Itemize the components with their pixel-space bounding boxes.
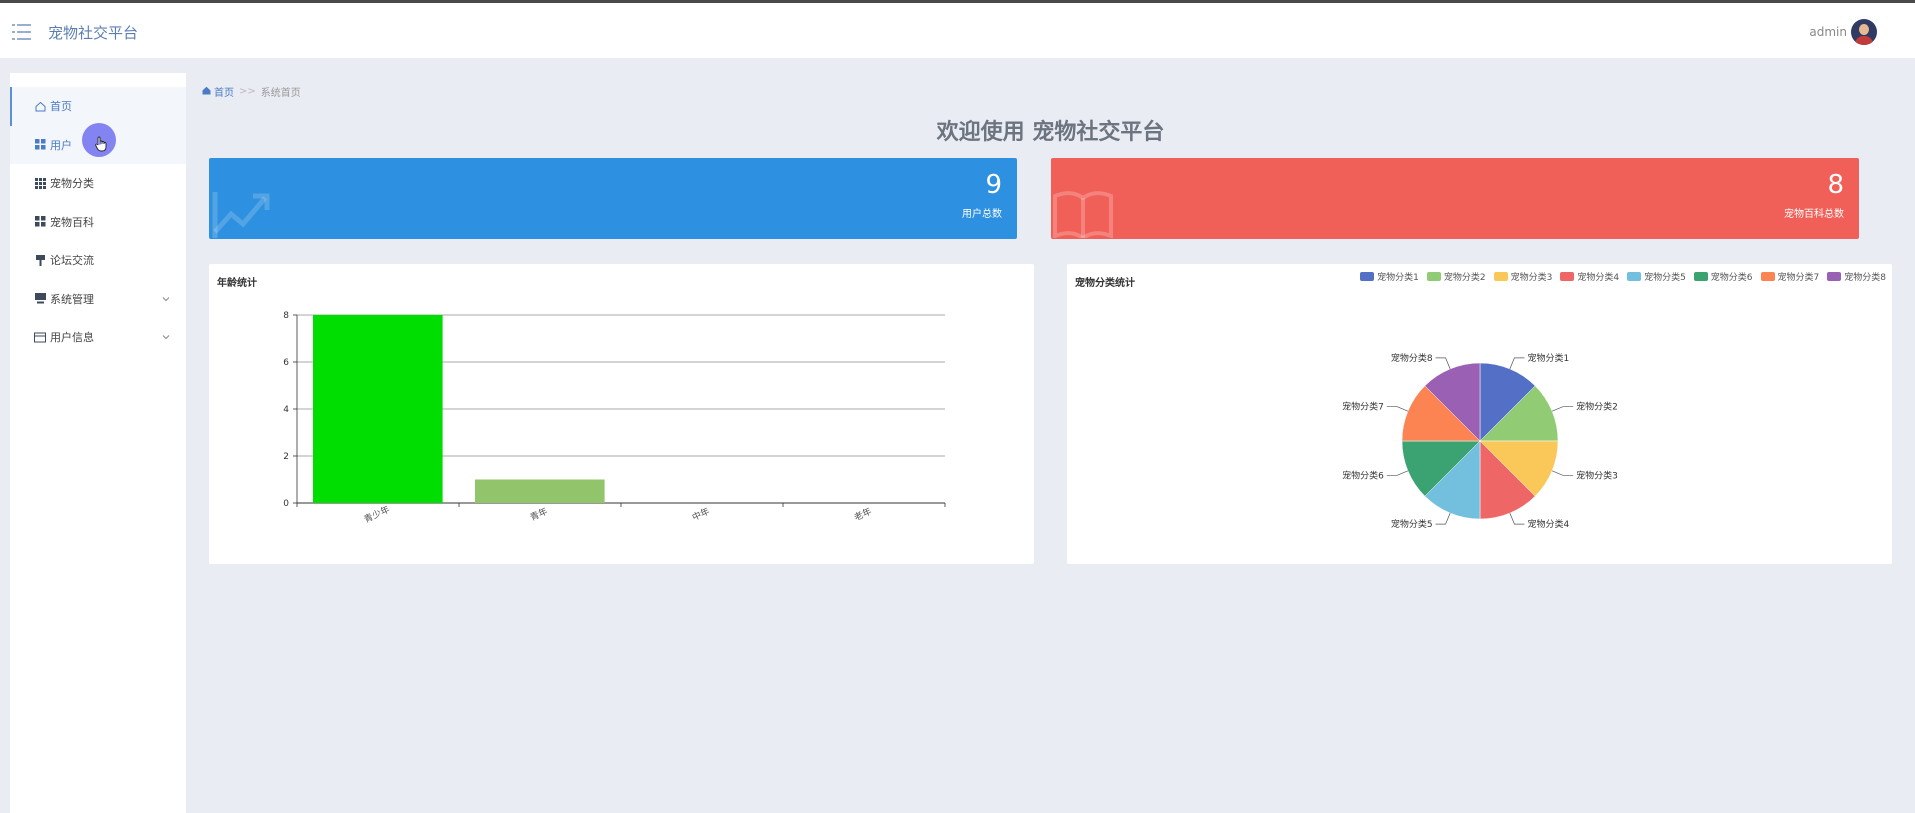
pie-label: 宠物分类1 <box>1527 352 1569 364</box>
breadcrumb: 首页 >> 系统首页 <box>202 84 301 99</box>
stat-value: 8 <box>1827 170 1844 200</box>
bar <box>475 479 605 503</box>
chart-trend-icon <box>212 192 270 238</box>
stat-label: 宠物百科总数 <box>1784 209 1844 220</box>
pie-label: 宠物分类2 <box>1576 401 1618 413</box>
sidebar: 首页 用户 宠物分类 宠物百科 论坛交流 系统管理 用户信息 <box>10 73 186 813</box>
breadcrumb-separator: >> <box>239 86 256 97</box>
pie-label-line <box>1386 470 1409 476</box>
sidebar-item-user-info[interactable]: 用户信息 <box>10 318 186 357</box>
card-icon <box>34 331 46 343</box>
pin-icon <box>34 254 46 266</box>
pie-label: 宠物分类5 <box>1391 518 1433 530</box>
sidebar-item-pet-category[interactable]: 宠物分类 <box>10 164 186 203</box>
avatar[interactable] <box>1851 19 1877 45</box>
age-chart-panel: 年龄统计 0 2 4 6 8 青少年 青年 中年 老年 <box>209 264 1034 564</box>
app-title: 宠物社交平台 <box>48 24 139 42</box>
pie-chart: 宠物分类1 宠物分类2 宠物分类3 宠物分类4 宠物分类5 宠物分类6 宠物分类7 宠物分类8 <box>1342 352 1618 530</box>
pie-label-line <box>1509 512 1525 525</box>
y-tick-label: 6 <box>283 358 289 368</box>
pie-label: 宠物分类4 <box>1527 518 1569 530</box>
pie-label-line <box>1386 406 1409 412</box>
sidebar-item-label: 系统管理 <box>50 292 94 306</box>
pie-label-line <box>1435 357 1451 370</box>
pie-label: 宠物分类6 <box>1342 469 1384 481</box>
user-name[interactable]: admin <box>1809 25 1847 39</box>
sidebar-item-forum[interactable]: 论坛交流 <box>10 241 186 280</box>
sidebar-item-label: 首页 <box>50 100 72 114</box>
chevron-down-icon <box>162 331 170 340</box>
menu-toggle-icon[interactable] <box>12 23 34 41</box>
pie-label-line <box>1435 512 1451 525</box>
pie-label: 宠物分类3 <box>1576 469 1618 481</box>
stat-card-users: 9 用户总数 <box>209 158 1017 239</box>
stat-value: 9 <box>985 170 1002 200</box>
sidebar-item-label: 宠物分类 <box>50 177 94 191</box>
breadcrumb-home-link[interactable]: 首页 <box>214 84 234 99</box>
sidebar-item-label: 论坛交流 <box>50 254 94 268</box>
grid9-icon <box>34 177 46 189</box>
pie-label: 宠物分类8 <box>1391 352 1433 364</box>
sidebar-item-label: 用户 <box>50 138 72 152</box>
x-tick-label: 中年 <box>690 505 711 523</box>
hand-cursor-icon <box>95 136 107 152</box>
bar <box>313 315 443 503</box>
pie-label-line <box>1509 357 1525 370</box>
sidebar-item-label: 宠物百科 <box>50 215 94 229</box>
stat-label: 用户总数 <box>962 209 1002 220</box>
top-header: 宠物社交平台 admin <box>0 3 1915 58</box>
grid-icon <box>34 216 46 228</box>
chevron-down-icon <box>162 293 170 301</box>
y-tick-label: 2 <box>283 452 289 462</box>
sidebar-item-system[interactable]: 系统管理 <box>10 280 186 319</box>
y-tick-label: 8 <box>283 311 289 321</box>
pie-label-line <box>1551 406 1574 412</box>
x-tick-label: 青少年 <box>362 503 392 525</box>
y-tick-label: 0 <box>283 499 289 509</box>
grid-icon <box>34 139 46 151</box>
sidebar-item-label: 用户信息 <box>50 331 94 345</box>
sidebar-item-home[interactable]: 首页 <box>10 87 186 126</box>
breadcrumb-current: 系统首页 <box>260 88 301 99</box>
home-icon <box>34 100 46 112</box>
pie-label-line <box>1551 470 1574 476</box>
x-tick-label: 青年 <box>528 505 549 523</box>
category-chart-panel: 宠物分类统计 宠物分类1 宠物分类2 宠物分类3 宠物分类4 宠物分类5 宠物分类6 宠物分… <box>1067 264 1892 564</box>
stat-card-encyclopedia: 8 宠物百科总数 <box>1051 158 1859 239</box>
bar-chart: 0 2 4 6 8 青少年 青年 中年 老年 <box>283 311 946 525</box>
home-icon <box>202 86 214 98</box>
book-icon <box>1053 191 1113 238</box>
monitor-icon <box>34 293 46 305</box>
page-title: 欢迎使用 宠物社交平台 <box>936 120 1165 145</box>
sidebar-item-pet-encyclopedia[interactable]: 宠物百科 <box>10 203 186 242</box>
pie-label: 宠物分类7 <box>1342 401 1384 413</box>
y-tick-label: 4 <box>283 405 289 415</box>
x-tick-label: 老年 <box>852 505 873 523</box>
